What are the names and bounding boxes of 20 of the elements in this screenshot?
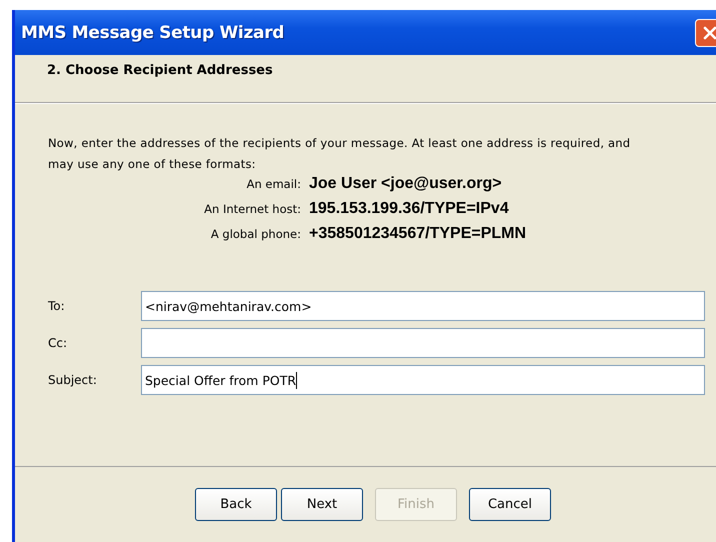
wizard-button[interactable]: Next [281, 488, 363, 521]
input-field[interactable] [141, 328, 705, 358]
format-label: A global phone: [210, 227, 301, 241]
format-label: An email: [246, 177, 301, 191]
wizard-button[interactable]: Back [195, 488, 277, 521]
field-label: Cc: [48, 336, 68, 350]
format-example: Joe User <joe@user.org> [309, 175, 503, 193]
format-label: An Internet host: [203, 202, 301, 216]
window-title: MMS Message Setup Wizard [21, 22, 284, 42]
step-title: 2. Choose Recipient Addresses [47, 63, 273, 78]
close-icon [703, 26, 716, 40]
format-example: +358501234567/TYPE=PLMN [309, 225, 528, 243]
input-field[interactable]: <nirav@mehtanirav.com> [141, 291, 705, 321]
field-label: To: [48, 299, 66, 313]
close-button[interactable] [695, 18, 716, 46]
wizard-button[interactable]: Cancel [469, 488, 551, 521]
instructions-text: Now, enter the addresses of the recipients of your message. At least one address is required, and may use any one of these formats: [48, 135, 632, 173]
format-example: 195.153.199.36/TYPE=IPv4 [309, 200, 510, 218]
input-field[interactable]: Special Offer from POTR [141, 365, 705, 395]
field-label: Subject: [48, 373, 98, 387]
